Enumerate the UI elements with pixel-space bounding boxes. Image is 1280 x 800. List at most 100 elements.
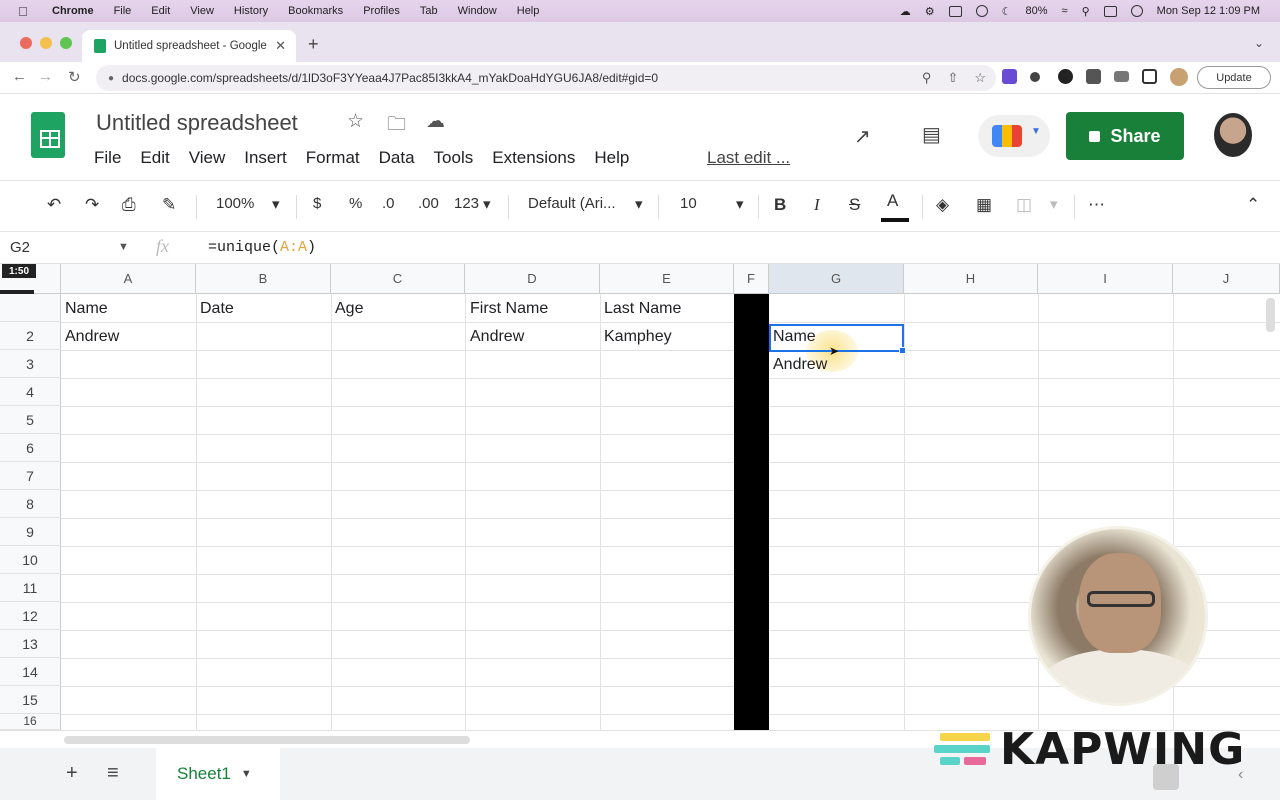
reading-list-icon[interactable] (1114, 71, 1129, 82)
siri-icon[interactable] (1130, 5, 1143, 17)
text-color-button[interactable]: A (887, 191, 898, 211)
forward-button[interactable]: → (38, 68, 53, 85)
bold-button[interactable]: B (774, 195, 786, 215)
cell-g3[interactable]: Andrew (773, 356, 827, 374)
column-header-h[interactable]: H (904, 264, 1038, 294)
menubar-item-bookmarks[interactable]: Bookmarks (288, 5, 343, 17)
column-header-i[interactable]: I (1038, 264, 1173, 294)
side-panel-icon[interactable] (1142, 69, 1157, 84)
italic-button[interactable]: I (814, 195, 820, 215)
move-folder-icon[interactable]: 🗀 (387, 110, 406, 142)
row-header-4[interactable]: 4 (0, 378, 61, 406)
extension-leaf-icon[interactable] (1030, 72, 1040, 82)
print-icon[interactable]: ⎙ (122, 195, 136, 215)
row-header-5[interactable]: 5 (0, 406, 61, 434)
control-center-icon[interactable] (1103, 5, 1117, 17)
row-header-13[interactable]: 13 (0, 630, 61, 658)
menubar-item-edit[interactable]: Edit (151, 5, 170, 17)
zoom-select[interactable]: 100% (216, 195, 254, 212)
cloud-icon[interactable]: ☁ (900, 5, 911, 18)
font-size-caret-icon[interactable]: ▾ (736, 195, 744, 213)
merge-cells-icon[interactable]: ◫ (1016, 195, 1032, 215)
cell-a2[interactable]: Andrew (65, 328, 119, 346)
column-header-b[interactable]: B (196, 264, 331, 294)
menubar-app-name[interactable]: Chrome (52, 5, 94, 17)
row-header-1[interactable] (0, 294, 61, 322)
row-header-11[interactable]: 11 (0, 574, 61, 602)
share-page-icon[interactable]: ⇧ (947, 70, 958, 86)
column-header-f[interactable]: F (734, 264, 769, 294)
minimize-window-button[interactable] (40, 37, 52, 49)
name-box[interactable]: G2 (10, 239, 30, 256)
column-header-e[interactable]: E (600, 264, 734, 294)
borders-icon[interactable]: ▦ (976, 195, 992, 215)
display-icon[interactable] (948, 5, 962, 17)
redo-icon[interactable]: ↷ (85, 195, 99, 215)
row-header-6[interactable]: 6 (0, 434, 61, 462)
back-button[interactable]: ← (12, 68, 27, 85)
add-sheet-icon[interactable]: + (66, 762, 78, 785)
menu-tools[interactable]: Tools (434, 148, 474, 168)
font-size-select[interactable]: 10 (680, 195, 697, 212)
increase-decimal-button[interactable]: .00 (418, 195, 439, 212)
cell-c1[interactable]: Age (335, 300, 363, 318)
lock-icon[interactable]: ● (108, 73, 114, 84)
menubar-item-profiles[interactable]: Profiles (363, 5, 400, 17)
horizontal-scroll-thumb[interactable] (64, 736, 470, 744)
strikethrough-button[interactable]: S (849, 195, 860, 215)
cell-e2[interactable]: Kamphey (604, 328, 672, 346)
column-header-d[interactable]: D (465, 264, 600, 294)
column-header-g[interactable]: G (769, 264, 904, 294)
gear-icon[interactable]: ⚙ (925, 5, 935, 18)
cell-a1[interactable]: Name (65, 300, 108, 318)
cell-d2[interactable]: Andrew (470, 328, 524, 346)
extension-circle-icon[interactable] (1058, 69, 1073, 84)
tab-search-chevron-icon[interactable]: ⌄ (1254, 36, 1264, 50)
zoom-caret-icon[interactable]: ▾ (272, 195, 280, 213)
close-tab-icon[interactable]: ✕ (275, 38, 286, 54)
font-family-caret-icon[interactable]: ▾ (635, 195, 643, 213)
name-box-caret-icon[interactable]: ▼ (118, 241, 129, 253)
share-button[interactable]: Share (1066, 112, 1184, 160)
menubar-item-history[interactable]: History (234, 5, 268, 17)
new-tab-button[interactable]: + (308, 34, 319, 55)
fill-color-icon[interactable]: ◈ (936, 195, 949, 215)
merge-caret-icon[interactable]: ▾ (1050, 195, 1058, 213)
cell-e1[interactable]: Last Name (604, 300, 681, 318)
decrease-decimal-button[interactable]: .0 (382, 195, 395, 212)
fill-handle[interactable] (899, 347, 906, 354)
vertical-scrollbar[interactable] (1266, 298, 1275, 332)
cell-d1[interactable]: First Name (470, 300, 548, 318)
column-header-j[interactable]: J (1173, 264, 1280, 294)
wifi-icon[interactable]: ≈ (1062, 5, 1068, 17)
row-header-10[interactable]: 10 (0, 546, 61, 574)
url-text[interactable]: docs.google.com/spreadsheets/d/1lD3oF3YY… (122, 71, 658, 85)
spotlight-icon[interactable]: ⚲ (1082, 5, 1090, 18)
menu-insert[interactable]: Insert (244, 148, 287, 168)
comments-icon[interactable]: ▤ (922, 122, 941, 147)
menubar-item-window[interactable]: Window (458, 5, 497, 17)
row-header-12[interactable]: 12 (0, 602, 61, 630)
maximize-window-button[interactable] (60, 37, 72, 49)
currency-format-button[interactable]: $ (313, 195, 321, 212)
undo-icon[interactable]: ↶ (47, 195, 61, 215)
menubar-item-tab[interactable]: Tab (420, 5, 438, 17)
sheets-logo[interactable] (31, 112, 65, 158)
menubar-clock[interactable]: Mon Sep 12 1:09 PM (1157, 5, 1260, 17)
menu-help[interactable]: Help (594, 148, 629, 168)
menu-format[interactable]: Format (306, 148, 360, 168)
cell-b1[interactable]: Date (200, 300, 234, 318)
row-header-16[interactable]: 16 (0, 714, 61, 730)
star-icon[interactable]: ☆ (347, 110, 364, 133)
font-family-select[interactable]: Default (Ari... (528, 195, 616, 212)
zoom-icon[interactable]: ⚲ (922, 70, 932, 86)
column-header-c[interactable]: C (331, 264, 465, 294)
menu-file[interactable]: File (94, 148, 121, 168)
battery-percent[interactable]: 80% (1026, 5, 1048, 17)
menubar-item-view[interactable]: View (190, 5, 214, 17)
row-header-14[interactable]: 14 (0, 658, 61, 686)
update-button[interactable]: Update (1197, 66, 1271, 89)
browser-tab-active[interactable]: Untitled spreadsheet - Google ✕ (82, 30, 296, 62)
more-formats-button[interactable]: 123 (454, 195, 479, 212)
address-bar[interactable]: ● docs.google.com/spreadsheets/d/1lD3oF3… (96, 65, 996, 91)
